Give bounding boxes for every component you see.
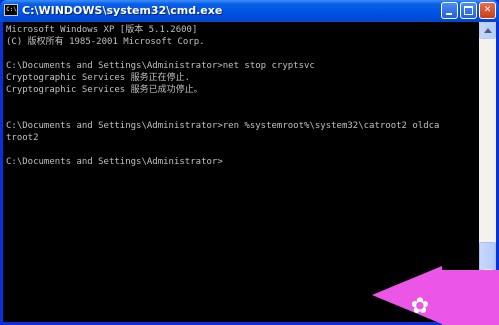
console-line: troot2 <box>6 133 39 143</box>
watermark-logo-icon: ✿ <box>410 294 430 319</box>
minimize-button[interactable] <box>441 2 458 19</box>
scroll-up-button[interactable] <box>479 22 496 39</box>
console-line: Cryptographic Services 服务已成功停止。 <box>6 85 203 95</box>
title-bar[interactable]: C:\ C:\WINDOWS\system32\cmd.exe ✕ <box>0 0 499 22</box>
console-line: Cryptographic Services 服务正在停止. <box>6 73 191 83</box>
console-line: C:\Documents and Settings\Administrator>… <box>6 61 315 71</box>
maximize-button[interactable] <box>460 2 477 19</box>
command-prompt[interactable]: C:\Documents and Settings\Administrator> <box>6 156 479 168</box>
console-line: C:\Documents and Settings\Administrator>… <box>6 121 440 131</box>
console-line: (C) 版权所有 1985-2001 Microsoft Corp. <box>6 37 205 47</box>
close-button[interactable]: ✕ <box>479 2 496 19</box>
arrow-up-icon <box>484 28 492 33</box>
maximize-icon <box>464 6 473 15</box>
cmd-icon[interactable]: C:\ <box>4 4 18 16</box>
window-title: C:\WINDOWS\system32\cmd.exe <box>22 4 223 17</box>
close-icon: ✕ <box>483 5 492 15</box>
watermark-badge <box>442 270 499 325</box>
console-line: Microsoft Windows XP [版本 5.1.2600] <box>6 25 198 35</box>
minimize-icon <box>446 13 452 15</box>
